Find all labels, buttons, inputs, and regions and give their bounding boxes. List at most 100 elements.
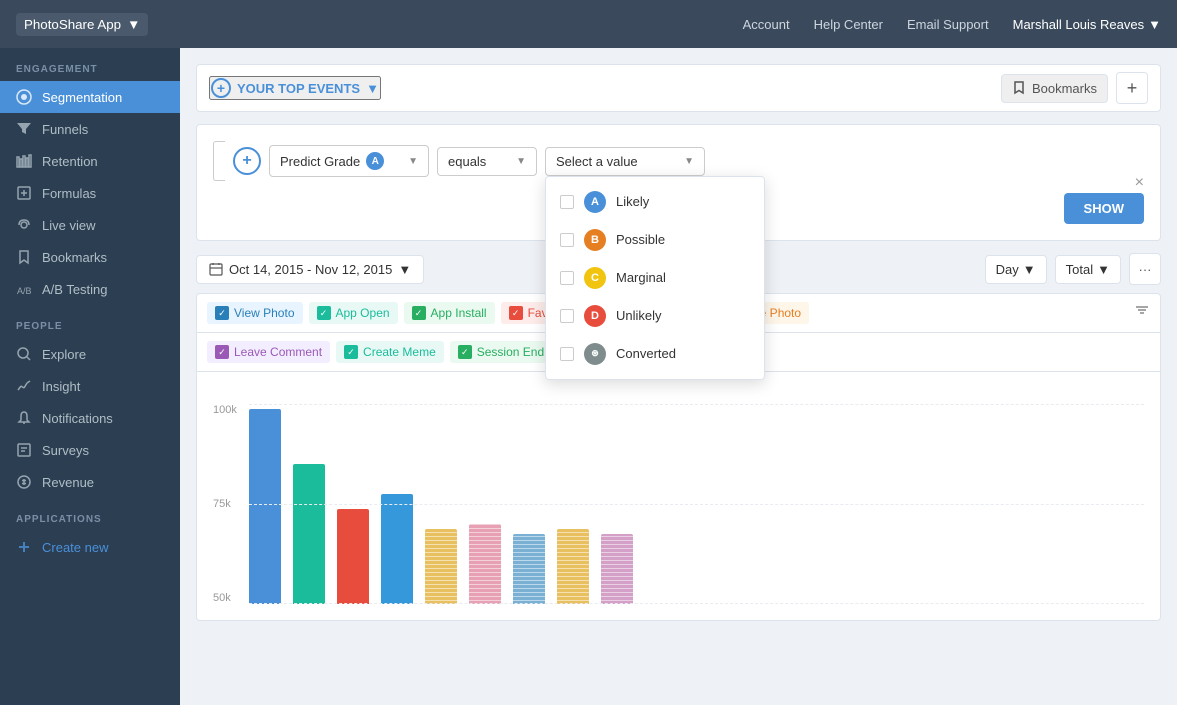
date-range-picker[interactable]: Oct 14, 2015 - Nov 12, 2015 ▼ xyxy=(196,255,424,284)
converted-badge: ⊛ xyxy=(584,343,606,365)
converted-checkbox[interactable] xyxy=(560,347,574,361)
period-select[interactable]: Day ▼ xyxy=(985,255,1047,284)
calendar-icon xyxy=(209,262,223,276)
ab-icon: A/B xyxy=(16,281,32,297)
dropdown-item-unlikely[interactable]: D Unlikely xyxy=(546,297,764,335)
sidebar-item-notifications[interactable]: Notifications xyxy=(0,402,180,434)
possible-checkbox[interactable] xyxy=(560,233,574,247)
grade-d-badge: D xyxy=(584,305,606,327)
funnels-icon xyxy=(16,121,32,137)
equals-select[interactable]: equals ▼ xyxy=(437,147,537,176)
dropdown-item-converted[interactable]: ⊛ Converted xyxy=(546,335,764,373)
add-button[interactable]: + xyxy=(1116,72,1148,104)
bar-6[interactable] xyxy=(513,534,545,604)
sidebar-item-explore[interactable]: Explore xyxy=(0,338,180,370)
bookmark-icon xyxy=(1012,81,1026,95)
value-dropdown-menu: A Likely B Possible C Marginal xyxy=(545,176,765,380)
bar-2[interactable] xyxy=(337,509,369,604)
chart-y-labels: 100k 75k 50k xyxy=(213,404,237,604)
total-select[interactable]: Total ▼ xyxy=(1055,255,1121,284)
explore-icon xyxy=(16,346,32,362)
chart-container: 100k 75k 50k xyxy=(196,371,1161,621)
create-meme-check: ✓ xyxy=(344,345,358,359)
top-events-button[interactable]: + YOUR TOP EVENTS ▼ xyxy=(209,76,381,100)
session-end-check: ✓ xyxy=(458,345,472,359)
bar-4[interactable] xyxy=(425,529,457,604)
y-label-100k: 100k xyxy=(213,404,237,416)
surveys-icon xyxy=(16,442,32,458)
more-dots-icon: ··· xyxy=(1139,262,1152,277)
event-tag-create-meme[interactable]: ✓ Create Meme xyxy=(336,341,444,363)
dropdown-item-possible[interactable]: B Possible xyxy=(546,221,764,259)
header-left: PhotoShare App ▼ xyxy=(16,13,148,36)
event-tag-app-install[interactable]: ✓ App Install xyxy=(404,302,495,324)
likely-checkbox[interactable] xyxy=(560,195,574,209)
date-row-right: Day ▼ Total ▼ ··· xyxy=(985,253,1161,285)
event-tag-view-photo[interactable]: ✓ View Photo xyxy=(207,302,303,324)
period-chevron: ▼ xyxy=(1023,262,1036,277)
filter-close-button[interactable]: × xyxy=(1135,174,1144,192)
user-chevron: ▼ xyxy=(1148,17,1161,32)
value-dropdown-container: Select a value ▼ A Likely B Possible xyxy=(545,147,705,176)
sidebar-item-segmentation[interactable]: Segmentation xyxy=(0,81,180,113)
filter-area: + Predict Grade A ▼ equals ▼ Select a va… xyxy=(196,124,1161,241)
events-chevron: ▼ xyxy=(366,81,379,96)
nav-help[interactable]: Help Center xyxy=(814,17,883,32)
applications-section-label: APPLICATIONS xyxy=(0,498,180,531)
engagement-section-label: ENGAGEMENT xyxy=(0,48,180,81)
event-tag-leave-comment[interactable]: ✓ Leave Comment xyxy=(207,341,330,363)
sidebar-item-retention[interactable]: Retention xyxy=(0,145,180,177)
dropdown-chevron: ▼ xyxy=(127,17,140,32)
chart-bars xyxy=(249,404,1144,604)
segmentation-icon xyxy=(16,89,32,105)
y-label-50k: 50k xyxy=(213,592,237,604)
bookmarks-icon xyxy=(16,249,32,265)
leave-comment-check: ✓ xyxy=(215,345,229,359)
unlikely-checkbox[interactable] xyxy=(560,309,574,323)
event-tag-app-open[interactable]: ✓ App Open xyxy=(309,302,398,324)
top-bar-right: Bookmarks + xyxy=(1001,72,1148,104)
top-bar-left: + YOUR TOP EVENTS ▼ xyxy=(209,76,381,100)
bar-0[interactable] xyxy=(249,409,281,604)
event-tag-session-end[interactable]: ✓ Session End xyxy=(450,341,552,363)
notifications-icon xyxy=(16,410,32,426)
nav-support[interactable]: Email Support xyxy=(907,17,989,32)
gridline-top xyxy=(249,404,1144,405)
app-install-check: ✓ xyxy=(412,306,426,320)
more-options-button[interactable]: ··· xyxy=(1129,253,1161,285)
sidebar-item-surveys[interactable]: Surveys xyxy=(0,434,180,466)
value-select[interactable]: Select a value ▼ xyxy=(545,147,705,176)
revenue-icon xyxy=(16,474,32,490)
header: PhotoShare App ▼ Account Help Center Ema… xyxy=(0,0,1177,48)
live-icon xyxy=(16,217,32,233)
marginal-checkbox[interactable] xyxy=(560,271,574,285)
sidebar-item-bookmarks[interactable]: Bookmarks xyxy=(0,241,180,273)
sidebar-item-funnels[interactable]: Funnels xyxy=(0,113,180,145)
sidebar: ENGAGEMENT Segmentation Funnels Retentio… xyxy=(0,48,180,705)
dropdown-item-marginal[interactable]: C Marginal xyxy=(546,259,764,297)
grade-b-badge: B xyxy=(584,229,606,251)
user-menu[interactable]: Marshall Louis Reaves ▼ xyxy=(1013,17,1161,32)
nav-account[interactable]: Account xyxy=(743,17,790,32)
bar-5[interactable] xyxy=(469,524,501,604)
show-button[interactable]: SHOW xyxy=(1064,193,1144,224)
bar-1[interactable] xyxy=(293,464,325,604)
sidebar-item-create-new[interactable]: Create new xyxy=(0,531,180,563)
sidebar-item-insight[interactable]: Insight xyxy=(0,370,180,402)
sidebar-item-ab-testing[interactable]: A/B A/B Testing xyxy=(0,273,180,305)
sidebar-item-live-view[interactable]: Live view xyxy=(0,209,180,241)
formulas-icon xyxy=(16,185,32,201)
app-dropdown[interactable]: PhotoShare App ▼ xyxy=(16,13,148,36)
sidebar-item-revenue[interactable]: Revenue xyxy=(0,466,180,498)
tag-filter-button[interactable] xyxy=(1134,302,1150,324)
bar-8[interactable] xyxy=(601,534,633,604)
bar-7[interactable] xyxy=(557,529,589,604)
dropdown-item-likely[interactable]: A Likely xyxy=(546,183,764,221)
sidebar-item-formulas[interactable]: Formulas xyxy=(0,177,180,209)
circle-plus-icon: + xyxy=(211,78,231,98)
filter-add-button[interactable]: + xyxy=(233,147,261,175)
bar-3[interactable] xyxy=(381,494,413,604)
predict-grade-select[interactable]: Predict Grade A ▼ xyxy=(269,145,429,177)
y-label-75k: 75k xyxy=(213,498,237,510)
bookmarks-button[interactable]: Bookmarks xyxy=(1001,74,1108,103)
